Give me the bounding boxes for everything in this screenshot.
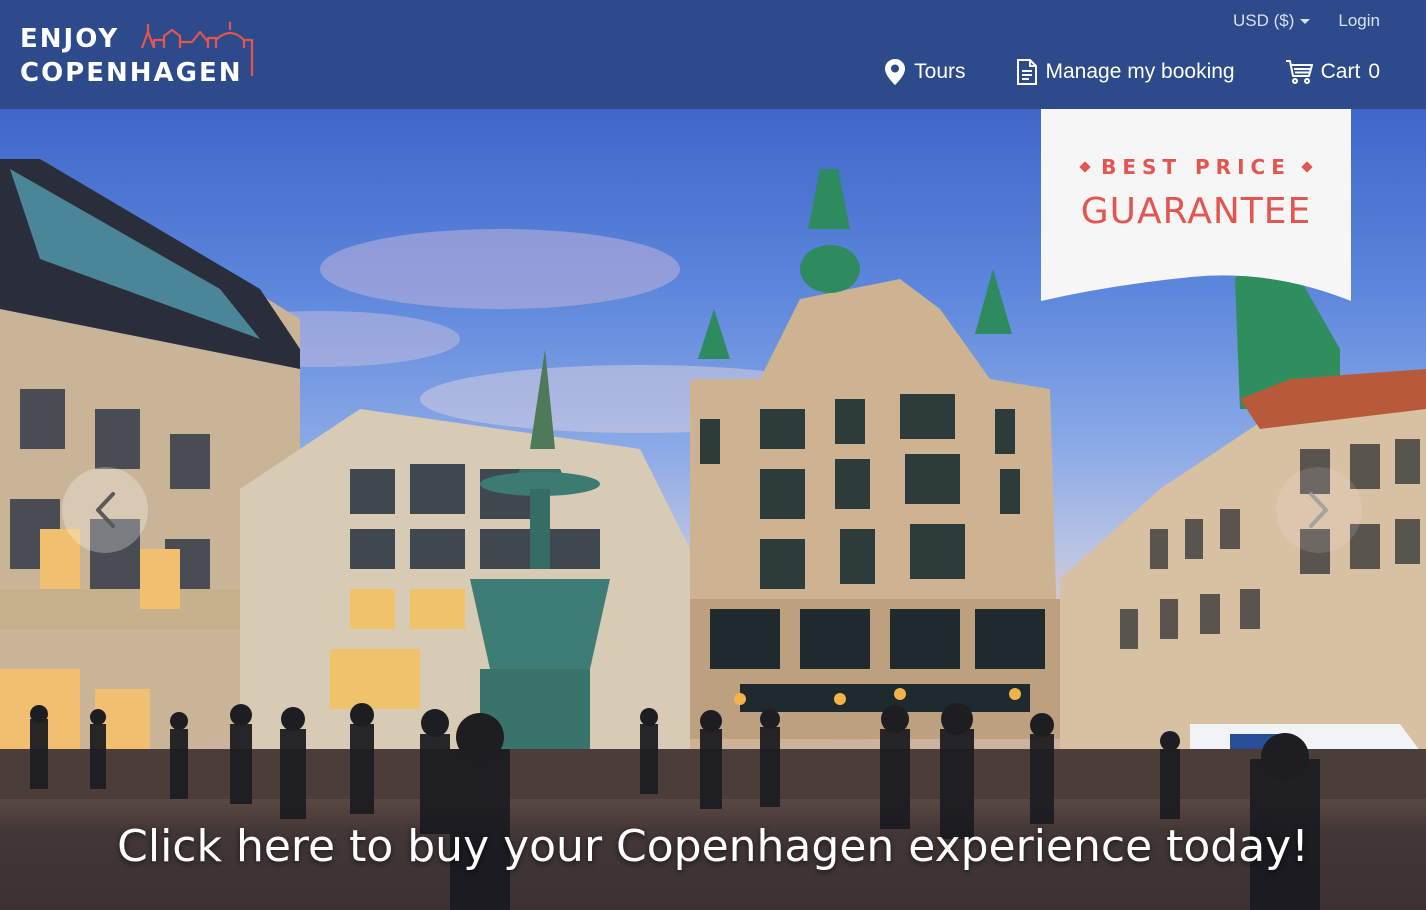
diamond-icon bbox=[1079, 160, 1091, 173]
carousel-prev-button[interactable] bbox=[62, 467, 148, 553]
hero-caption-link[interactable]: Click here to buy your Copenhagen experi… bbox=[0, 821, 1426, 872]
currency-selector[interactable]: USD ($) bbox=[1232, 11, 1311, 31]
hero-carousel[interactable]: BEST PRICE GUARANTEE Click here to buy y… bbox=[0, 109, 1426, 910]
chevron-left-icon bbox=[96, 492, 115, 528]
login-link[interactable]: Login bbox=[1338, 11, 1380, 31]
currency-label: USD ($) bbox=[1232, 11, 1295, 30]
site-header: ENJOY COPENHAGEN USD ($) Login Tours Man… bbox=[0, 0, 1426, 109]
cart-icon bbox=[1285, 60, 1313, 84]
skyline-icon bbox=[140, 22, 254, 76]
nav-manage-booking[interactable]: Manage my booking bbox=[1016, 58, 1235, 86]
map-pin-icon bbox=[885, 59, 906, 85]
badge-main-text: GUARANTEE bbox=[1080, 191, 1312, 232]
cart-count: 0 bbox=[1368, 60, 1380, 83]
nav-tours[interactable]: Tours bbox=[884, 58, 966, 86]
nav-cart[interactable]: Cart 0 bbox=[1285, 59, 1380, 85]
badge-top-line: BEST PRICE bbox=[1041, 155, 1351, 179]
diamond-icon bbox=[1301, 160, 1313, 173]
carousel-next-button[interactable] bbox=[1276, 467, 1362, 553]
nav-manage-booking-label: Manage my booking bbox=[1045, 60, 1235, 83]
badge-top-text: BEST PRICE bbox=[1101, 155, 1291, 179]
chevron-right-icon bbox=[1309, 492, 1328, 528]
best-price-badge: BEST PRICE GUARANTEE bbox=[1041, 109, 1351, 301]
nav-cart-label: Cart bbox=[1320, 60, 1361, 83]
main-nav: Tours Manage my booking Cart 0 bbox=[884, 54, 1380, 90]
document-icon bbox=[1016, 59, 1037, 85]
nav-tours-label: Tours bbox=[914, 60, 966, 83]
caret-down-icon bbox=[1300, 18, 1311, 24]
logo[interactable]: ENJOY COPENHAGEN bbox=[20, 22, 260, 94]
logo-line-1: ENJOY bbox=[20, 24, 120, 54]
top-links: USD ($) Login bbox=[1233, 10, 1380, 32]
